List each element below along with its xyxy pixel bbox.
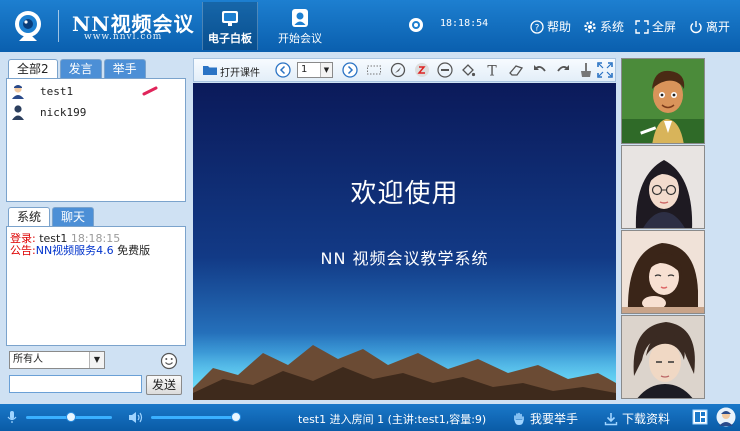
chevron-down-icon: ▼ — [320, 63, 332, 77]
line-icon[interactable] — [437, 62, 453, 78]
leave-button[interactable]: 离开 — [689, 18, 730, 35]
video-feed-3[interactable] — [621, 230, 705, 314]
clear-brush-icon[interactable] — [578, 62, 594, 78]
user-name: test1 — [40, 84, 74, 98]
nav-start-meeting-label: 开始会议 — [278, 32, 322, 45]
svg-text:?: ? — [535, 23, 540, 33]
raise-hand-button[interactable]: 我要举手 — [512, 410, 578, 427]
page-value: 1 — [301, 64, 308, 75]
speaker-volume-slider[interactable] — [151, 416, 237, 419]
emoji-icon[interactable] — [160, 352, 178, 370]
nav-whiteboard-button[interactable]: 电子白板 — [202, 2, 258, 50]
download-button[interactable]: 下载资料 — [604, 410, 670, 427]
cartoon-presenter-avatar — [622, 59, 704, 143]
expand-icon[interactable] — [597, 62, 613, 78]
power-icon — [690, 20, 702, 33]
tab-raise-hand[interactable]: 举手 — [103, 59, 146, 79]
help-label: 帮助 — [547, 20, 572, 34]
logo-divider — [58, 10, 59, 42]
pen-icon[interactable] — [414, 62, 430, 78]
recipient-value: 所有人 — [13, 354, 43, 365]
top-header: NN视频会议 www.nnvl.com 电子白板 开始会议 18:18:54 ?… — [0, 0, 740, 52]
user-name: nick199 — [40, 105, 87, 119]
user-row[interactable]: nick199 — [10, 104, 86, 120]
speaker-volume-knob[interactable] — [231, 412, 241, 422]
help-icon: ? — [530, 19, 544, 34]
download-label: 下载资料 — [622, 412, 671, 426]
svg-text:T: T — [487, 64, 497, 79]
fullscreen-button[interactable]: 全屏 — [635, 18, 676, 35]
microphone-icon[interactable] — [6, 410, 18, 424]
notice-label: 公告: — [10, 244, 36, 257]
video-feed-1[interactable] — [621, 58, 705, 144]
webcam-logo-icon — [15, 11, 41, 41]
participant-avatar — [622, 231, 704, 313]
slide-background — [193, 83, 616, 400]
layout-toggle-icon[interactable] — [692, 409, 708, 425]
raise-hand-label: 我要举手 — [530, 412, 579, 426]
user-tabs: 全部2 发言 举手 — [8, 59, 146, 79]
notice-extra: 免费版 — [117, 244, 151, 257]
speaker-icon[interactable] — [128, 411, 144, 424]
fullscreen-icon — [635, 19, 649, 34]
gear-icon — [584, 20, 596, 33]
text-tool-icon[interactable]: T — [484, 62, 500, 79]
participant-avatar — [622, 316, 704, 398]
nav-whiteboard-label: 电子白板 — [208, 32, 252, 45]
page-select[interactable]: 1 ▼ — [297, 62, 333, 78]
download-icon — [604, 412, 618, 425]
prev-page-icon[interactable] — [275, 62, 291, 78]
redo-icon[interactable] — [555, 62, 571, 78]
bottom-status-bar: test1 进入房间 1 (主讲:test1,容量:9) 我要举手 下载资料 — [0, 404, 740, 431]
help-button[interactable]: ? 帮助 — [530, 18, 571, 35]
fullscreen-label: 全屏 — [652, 20, 677, 34]
pointer-icon[interactable] — [390, 62, 406, 78]
admin-user-icon — [12, 85, 24, 99]
mic-volume-knob[interactable] — [66, 412, 76, 422]
system-label: 系统 — [600, 20, 625, 34]
slide-title: 欢迎使用 — [350, 179, 459, 209]
whiteboard-slide[interactable]: 欢迎使用 NN 视频会议教学系统 — [193, 83, 616, 400]
participant-avatar — [622, 146, 704, 228]
chevron-down-icon: ▼ — [89, 352, 104, 368]
nav-start-meeting-button[interactable]: 开始会议 — [272, 2, 328, 50]
user-icon — [12, 105, 24, 120]
recipient-select[interactable]: 所有人 ▼ — [9, 351, 105, 369]
tab-chat[interactable]: 聊天 — [52, 207, 95, 227]
room-status-text: test1 进入房间 1 (主讲:test1,容量:9) — [298, 413, 487, 426]
message-input[interactable] — [9, 375, 142, 393]
user-avatar-icon[interactable] — [716, 407, 736, 427]
whiteboard-toolbar: 打开课件 1 ▼ T — [193, 58, 616, 82]
tab-all-users[interactable]: 全部2 — [8, 59, 58, 79]
hand-icon — [514, 412, 524, 425]
whiteboard-icon — [222, 11, 238, 26]
select-area-icon[interactable] — [366, 62, 382, 78]
eraser-icon[interactable] — [508, 62, 524, 78]
send-button[interactable]: 发送 — [146, 375, 182, 395]
open-courseware-button[interactable]: 打开课件 — [220, 64, 260, 79]
tab-speaking[interactable]: 发言 — [59, 59, 102, 79]
undo-icon[interactable] — [532, 62, 548, 78]
clock-time: 18:18:54 — [440, 18, 489, 29]
notice-text: NN视频服务4.6 — [35, 244, 114, 257]
record-icon — [409, 18, 423, 32]
chat-tabs: 系统 聊天 — [8, 207, 95, 227]
app-url: www.nnvl.com — [84, 32, 163, 42]
speaking-mark-icon — [142, 86, 158, 96]
leave-label: 离开 — [706, 20, 731, 34]
system-button[interactable]: 系统 — [583, 18, 624, 35]
user-row[interactable]: test1 — [10, 83, 73, 99]
notice-message: 公告:NN视频服务4.6 免费版 — [10, 242, 150, 258]
tab-system[interactable]: 系统 — [8, 207, 51, 227]
video-feed-4[interactable] — [621, 315, 705, 399]
folder-icon[interactable] — [202, 62, 218, 78]
next-page-icon[interactable] — [342, 62, 358, 78]
slide-subtitle: NN 视频会议教学系统 — [320, 249, 489, 268]
fill-bucket-icon[interactable] — [460, 62, 476, 78]
video-feed-2[interactable] — [621, 145, 705, 229]
meeting-user-icon — [292, 9, 308, 27]
